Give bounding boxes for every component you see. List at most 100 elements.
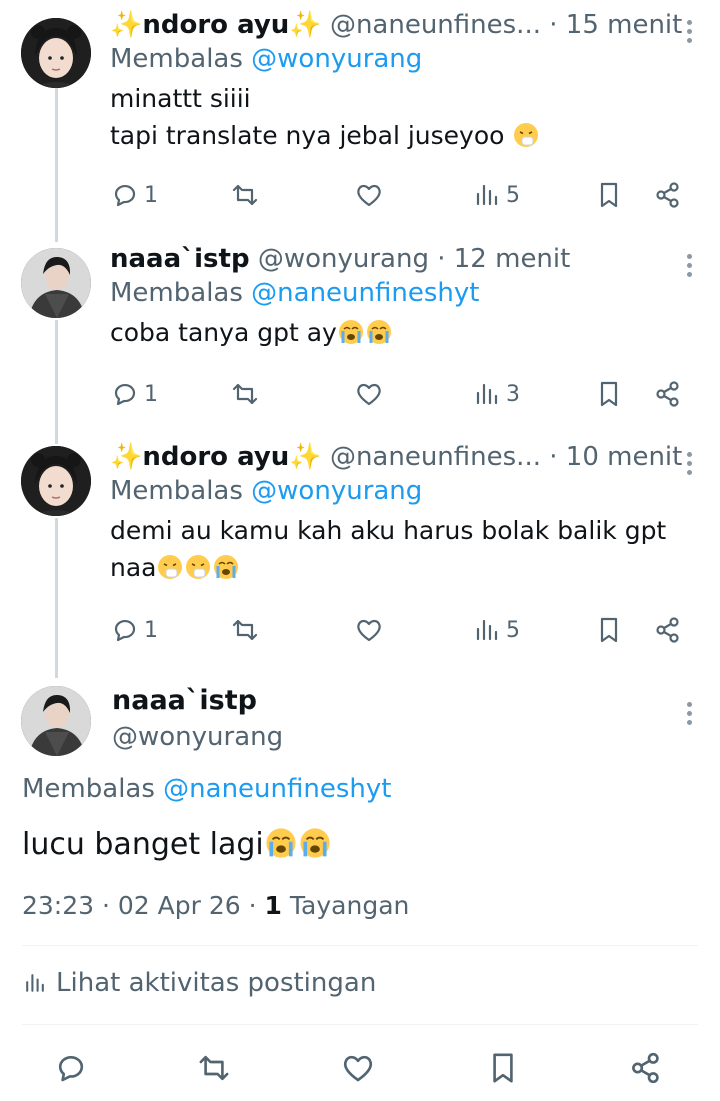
display-name[interactable]: naaa`istp: [110, 244, 250, 274]
reply-button[interactable]: 1: [110, 610, 158, 650]
mention-link[interactable]: @wonyurang: [251, 476, 422, 506]
mention-link[interactable]: @naneunfineshyt: [251, 278, 479, 308]
reply-button[interactable]: [53, 1048, 89, 1088]
avatar[interactable]: [21, 686, 91, 756]
avatar[interactable]: [21, 248, 91, 318]
reply-bubble-icon: [58, 1055, 84, 1082]
sneezing-face-emoji-icon: [514, 123, 539, 147]
post-date[interactable]: 02 Apr 26: [118, 891, 241, 920]
retweet-button[interactable]: [230, 374, 260, 414]
loudly-crying-face-emoji-icon: [300, 828, 330, 858]
views-button[interactable]: 5: [472, 175, 520, 215]
views-bar-chart-icon: [476, 619, 498, 641]
avatar[interactable]: [21, 18, 91, 88]
retweet-button[interactable]: [196, 1048, 232, 1088]
user-handle[interactable]: @naneunfines...: [330, 10, 541, 40]
display-name[interactable]: ✨ndoro ayu✨: [110, 442, 322, 472]
reply-button[interactable]: 1: [110, 175, 158, 215]
like-button[interactable]: [354, 610, 384, 650]
retweet-icon: [199, 1055, 229, 1081]
tweet-text-line: tapi translate nya jebal juseyoo: [110, 121, 505, 150]
loudly-crying-face-emoji-icon: [366, 320, 391, 344]
post-activity-link[interactable]: Lihat aktivitas postingan: [22, 968, 376, 998]
like-button[interactable]: [340, 1048, 376, 1088]
reply-tweet[interactable]: naaa`istp @wonyurang · 12 menit Membalas…: [0, 242, 720, 432]
retweet-icon: [232, 383, 258, 405]
tweet-text: coba tanya gpt ay: [110, 314, 700, 351]
like-button[interactable]: [354, 374, 384, 414]
more-vertical-icon[interactable]: [686, 20, 694, 47]
loudly-crying-face-emoji-icon: [266, 828, 296, 858]
views-count: 3: [506, 381, 520, 407]
activity-label: Lihat aktivitas postingan: [56, 968, 377, 998]
reply-tweet[interactable]: ✨ndoro ayu✨ @naneunfines... · 10 menit M…: [0, 440, 720, 670]
user-handle[interactable]: @wonyurang: [112, 719, 283, 755]
reply-count: 1: [144, 182, 158, 208]
views-bar-chart-icon: [476, 184, 498, 206]
reply-prefix: Membalas: [110, 476, 243, 506]
reply-tweet[interactable]: ✨ndoro ayu✨ @naneunfines... · 15 menit M…: [0, 8, 720, 238]
share-icon: [656, 617, 679, 643]
reply-bubble-icon: [114, 619, 136, 642]
bookmark-button[interactable]: [594, 610, 624, 650]
loudly-crying-face-emoji-icon: [338, 320, 363, 344]
reply-count: 1: [144, 617, 158, 643]
tweet-text: demi au kamu kah aku harus bolak balik g…: [110, 512, 700, 586]
heart-icon: [357, 383, 381, 406]
heart-icon: [357, 619, 381, 642]
views-bar-chart-icon: [476, 383, 498, 405]
share-button[interactable]: [628, 1048, 664, 1088]
tweet-meta: 23:23 · 02 Apr 26 · 1 Tayangan: [22, 891, 410, 920]
bookmark-button[interactable]: [594, 374, 624, 414]
bookmark-button[interactable]: [594, 175, 624, 215]
display-name[interactable]: ✨ndoro ayu✨: [110, 10, 322, 40]
share-icon: [656, 381, 679, 407]
views-bar-chart-icon: [26, 974, 44, 992]
reply-button[interactable]: 1: [110, 374, 158, 414]
mention-link[interactable]: @wonyurang: [251, 44, 422, 74]
share-icon: [632, 1052, 659, 1084]
tweet-text-line: coba tanya gpt ay: [110, 318, 337, 347]
user-handle[interactable]: @wonyurang: [258, 244, 429, 274]
views-button[interactable]: 5: [472, 610, 520, 650]
views-button[interactable]: 3: [472, 374, 520, 414]
views-count: 1: [264, 891, 282, 920]
reply-prefix: Membalas: [110, 278, 243, 308]
heart-icon: [343, 1055, 373, 1082]
main-tweet-text: lucu banget lagi: [22, 826, 332, 862]
avatar[interactable]: [21, 446, 91, 516]
reply-bubble-icon: [114, 383, 136, 406]
retweet-button[interactable]: [230, 175, 260, 215]
share-button[interactable]: [653, 175, 683, 215]
timestamp[interactable]: · 12 menit: [437, 244, 570, 274]
retweet-icon: [232, 184, 258, 206]
post-time[interactable]: 23:23: [22, 891, 94, 920]
bookmark-icon: [600, 617, 618, 643]
more-vertical-icon[interactable]: [686, 452, 694, 479]
action-bar: [0, 1038, 720, 1098]
more-vertical-icon[interactable]: [686, 254, 694, 281]
share-button[interactable]: [653, 374, 683, 414]
retweet-button[interactable]: [230, 610, 260, 650]
bookmark-button[interactable]: [485, 1048, 521, 1088]
bookmark-icon: [493, 1053, 513, 1083]
share-button[interactable]: [653, 610, 683, 650]
divider: [22, 945, 698, 946]
timestamp[interactable]: · 15 menit: [549, 10, 682, 40]
reply-count: 1: [144, 381, 158, 407]
tweet-text-line: lucu banget lagi: [22, 827, 264, 862]
mention-link[interactable]: @naneunfineshyt: [163, 774, 391, 804]
display-name[interactable]: naaa`istp: [112, 683, 283, 719]
tweet-text-line: demi au kamu kah aku harus bolak balik g…: [110, 516, 667, 545]
divider: [22, 1024, 698, 1025]
timestamp[interactable]: · 10 menit: [549, 442, 682, 472]
views-label: Tayangan: [289, 891, 410, 920]
sneezing-face-emoji-icon: [186, 555, 211, 579]
share-icon: [656, 182, 679, 208]
more-vertical-icon[interactable]: [686, 702, 694, 729]
like-button[interactable]: [354, 175, 384, 215]
bookmark-icon: [600, 381, 618, 407]
sneezing-face-emoji-icon: [158, 555, 183, 579]
bookmark-icon: [600, 182, 618, 208]
user-handle[interactable]: @naneunfines...: [330, 442, 541, 472]
